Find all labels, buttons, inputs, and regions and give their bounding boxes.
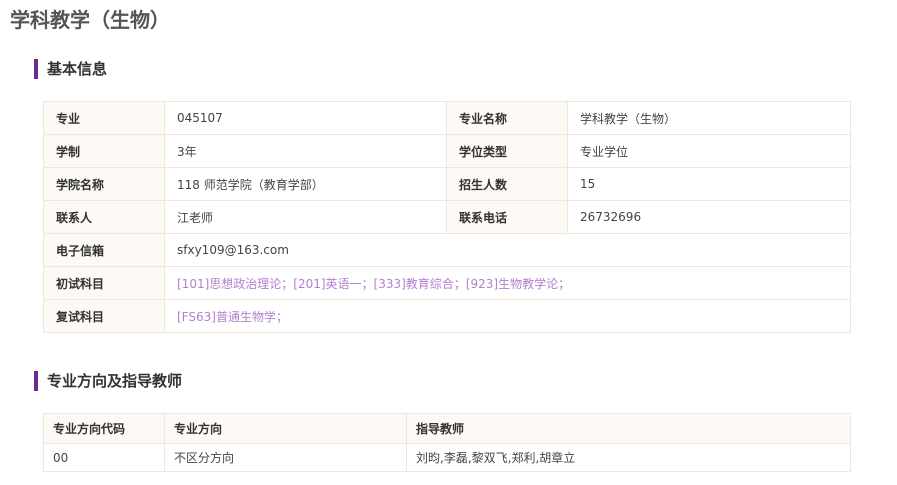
table-row: 学院名称 118 师范学院（教育学部） 招生人数 15	[43, 167, 851, 201]
phone-label: 联系电话	[446, 200, 568, 234]
email-value: sfxy109@163.com	[164, 233, 851, 267]
basic-info-table: 专业 045107 专业名称 学科教学（生物） 学制 3年 学位类型 专业学位 …	[43, 101, 851, 333]
table-row: 学制 3年 学位类型 专业学位	[43, 134, 851, 168]
table-row: 联系人 江老师 联系电话 26732696	[43, 200, 851, 234]
supervisors-cell: 刘昀,李磊,黎双飞,郑利,胡章立	[406, 443, 851, 472]
directions-table: 专业方向代码 专业方向 指导教师 00 不区分方向 刘昀,李磊,黎双飞,郑利,胡…	[43, 413, 851, 472]
degree-type-value: 专业学位	[567, 134, 851, 168]
section-title-directions: 专业方向及指导教师	[34, 371, 182, 391]
major-name-label: 专业名称	[446, 101, 568, 135]
prelim-subjects-value: [101]思想政治理论；[201]英语一；[333]教育综合；[923]生物教学…	[164, 266, 851, 300]
page-title: 学科教学（生物）	[10, 8, 170, 32]
direction-code-cell: 00	[43, 443, 165, 472]
contact-value: 江老师	[164, 200, 447, 234]
prelim-subjects-label: 初试科目	[43, 266, 165, 300]
direction-name-cell: 不区分方向	[164, 443, 407, 472]
table-row: 初试科目 [101]思想政治理论；[201]英语一；[333]教育综合；[923…	[43, 266, 851, 300]
header-supervisors: 指导教师	[406, 413, 851, 444]
phone-value: 26732696	[567, 200, 851, 234]
college-value: 118 师范学院（教育学部）	[164, 167, 447, 201]
college-label: 学院名称	[43, 167, 165, 201]
retest-subjects-value: [FS63]普通生物学；	[164, 299, 851, 333]
degree-type-label: 学位类型	[446, 134, 568, 168]
major-code-value: 045107	[164, 101, 447, 135]
header-direction-name: 专业方向	[164, 413, 407, 444]
table-header-row: 专业方向代码 专业方向 指导教师	[43, 413, 851, 444]
header-direction-code: 专业方向代码	[43, 413, 165, 444]
major-name-value: 学科教学（生物）	[567, 101, 851, 135]
enrollment-value: 15	[567, 167, 851, 201]
section-title-basic-info: 基本信息	[34, 59, 107, 79]
major-code-label: 专业	[43, 101, 165, 135]
enrollment-label: 招生人数	[446, 167, 568, 201]
retest-subjects-label: 复试科目	[43, 299, 165, 333]
table-row: 专业 045107 专业名称 学科教学（生物）	[43, 101, 851, 135]
table-row: 00 不区分方向 刘昀,李磊,黎双飞,郑利,胡章立	[43, 443, 851, 472]
duration-label: 学制	[43, 134, 165, 168]
contact-label: 联系人	[43, 200, 165, 234]
duration-value: 3年	[164, 134, 447, 168]
table-row: 电子信箱 sfxy109@163.com	[43, 233, 851, 267]
table-row: 复试科目 [FS63]普通生物学；	[43, 299, 851, 333]
email-label: 电子信箱	[43, 233, 165, 267]
